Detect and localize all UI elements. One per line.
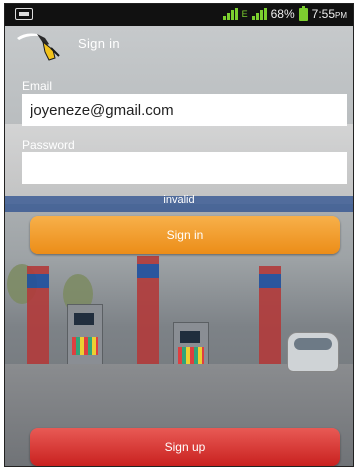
battery-icon <box>298 5 308 21</box>
app-screen: E 68% 7:55PM Sign in Email Password inva… <box>4 3 354 467</box>
app-header: Sign in <box>5 26 353 62</box>
fuel-pump <box>67 304 103 366</box>
signal-icon <box>222 8 238 20</box>
station-pillar <box>259 266 281 376</box>
station-pillar <box>137 256 159 381</box>
screenshot-icon <box>15 8 33 20</box>
sign-up-button[interactable]: Sign up <box>30 428 340 466</box>
sign-in-button[interactable]: Sign in <box>30 216 340 254</box>
email-field[interactable] <box>22 94 347 126</box>
station-pillar <box>27 266 49 376</box>
password-field[interactable] <box>22 152 347 184</box>
login-error-message: invalid <box>163 194 195 206</box>
email-label: Email <box>22 79 53 93</box>
clock: 7:55PM <box>311 7 347 21</box>
network-type: E <box>241 9 248 19</box>
signal-icon <box>251 8 267 20</box>
fuel-pump-icon <box>17 33 60 61</box>
page-title: Sign in <box>78 36 120 51</box>
status-indicators: E 68% 7:55PM <box>222 5 347 21</box>
password-label: Password <box>22 138 75 152</box>
status-bar: E 68% 7:55PM <box>5 4 353 26</box>
parked-car <box>287 332 339 372</box>
battery-percent: 68% <box>270 7 295 21</box>
